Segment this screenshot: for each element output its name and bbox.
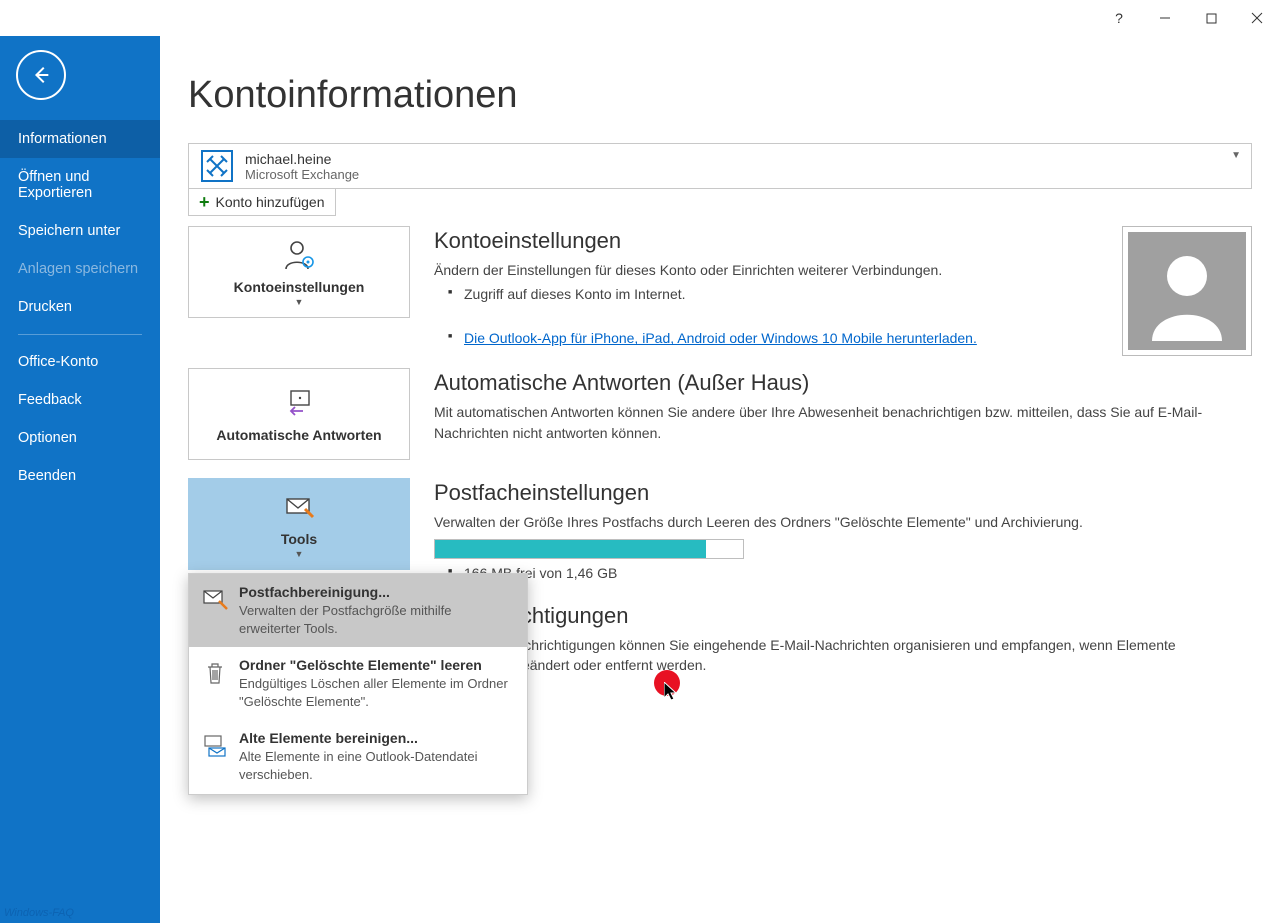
menu-item-desc: Verwalten der Postfachgröße mithilfe erw…: [239, 602, 515, 637]
maximize-button[interactable]: [1188, 2, 1234, 34]
mailbox-storage-bar: [434, 539, 744, 559]
account-type: Microsoft Exchange: [245, 167, 359, 182]
sidebar-item-speichern-unter[interactable]: Speichern unter: [0, 212, 160, 250]
sidebar-item-anlagen-speichern: Anlagen speichern: [0, 250, 160, 288]
auto-reply-icon: [281, 385, 317, 421]
menu-item-desc: Endgültiges Löschen aller Elemente im Or…: [239, 675, 515, 710]
sidebar-item-beenden[interactable]: Beenden: [0, 457, 160, 495]
watermark: Windows-FAQ: [4, 907, 74, 919]
tile-kontoeinstellungen[interactable]: Kontoeinstellungen ▼: [188, 226, 410, 318]
tile-automatische-antworten[interactable]: Automatische Antworten: [188, 368, 410, 460]
plus-icon: +: [199, 193, 210, 211]
cursor-icon: [664, 682, 682, 704]
sidebar-item-optionen[interactable]: Optionen: [0, 419, 160, 457]
tools-dropdown: Postfachbereinigung... Verwalten der Pos…: [188, 573, 528, 794]
titlebar: ?: [0, 0, 1280, 36]
chevron-down-icon: ▼: [295, 549, 304, 559]
chevron-down-icon: ▼: [295, 297, 304, 307]
menu-item-title: Postfachbereinigung...: [239, 584, 515, 600]
help-button[interactable]: ?: [1096, 2, 1142, 34]
sidebar-divider: [18, 334, 142, 335]
menu-item-alte-bereinigen[interactable]: Alte Elemente bereinigen... Alte Element…: [189, 720, 527, 793]
main-content: Kontoinformationen michael.heine Microso…: [160, 36, 1280, 923]
avatar-placeholder-icon: [1128, 232, 1246, 350]
tile-label: Kontoeinstellungen: [234, 279, 365, 295]
section-title-postfach: Postfacheinstellungen: [434, 480, 1252, 506]
outlook-app-download-link[interactable]: Die Outlook-App für iPhone, iPad, Androi…: [464, 330, 977, 346]
storage-text: 166 MB frei von 1,46 GB: [448, 565, 1252, 581]
sidebar-item-oeffnen[interactable]: Öffnen und Exportieren: [0, 158, 160, 212]
tile-label: Tools: [281, 531, 317, 547]
add-account-label: Konto hinzufügen: [216, 194, 325, 210]
menu-item-postfachbereinigung[interactable]: Postfachbereinigung... Verwalten der Pos…: [189, 574, 527, 647]
add-account-button[interactable]: + Konto hinzufügen: [188, 189, 336, 216]
mailbox-cleanup-icon: [201, 586, 229, 614]
section-title-auto-reply: Automatische Antworten (Außer Haus): [434, 370, 1252, 396]
account-name: michael.heine: [245, 151, 359, 167]
tile-tools[interactable]: Tools ▼: [188, 478, 410, 570]
sidebar-item-office-konto[interactable]: Office-Konto: [0, 343, 160, 381]
sidebar-item-feedback[interactable]: Feedback: [0, 381, 160, 419]
sidebar-item-informationen[interactable]: Informationen: [0, 120, 160, 158]
menu-item-title: Ordner "Gelöschte Elemente" leeren: [239, 657, 515, 673]
menu-item-title: Alte Elemente bereinigen...: [239, 730, 515, 746]
menu-item-desc: Alte Elemente in eine Outlook-Datendatei…: [239, 748, 515, 783]
minimize-button[interactable]: [1142, 2, 1188, 34]
account-selector[interactable]: michael.heine Microsoft Exchange ▼: [188, 143, 1252, 189]
section-desc: Verwalten der Größe Ihres Postfachs durc…: [434, 512, 1252, 532]
close-button[interactable]: [1234, 2, 1280, 34]
sidebar-item-drucken[interactable]: Drucken: [0, 288, 160, 326]
profile-picture[interactable]: [1122, 226, 1252, 356]
user-gear-icon: [281, 237, 317, 273]
mailbox-tools-icon: [281, 489, 317, 525]
progress-fill: [435, 540, 706, 558]
back-button[interactable]: [16, 50, 66, 100]
section-desc: Mit automatischen Antworten können Sie a…: [434, 402, 1252, 443]
section-title-benachrichtigungen: Benachrichtigungen: [434, 603, 1252, 629]
trash-icon: [201, 659, 229, 687]
backstage-sidebar: Informationen Öffnen und Exportieren Spe…: [0, 36, 160, 923]
tile-label: Automatische Antworten: [216, 427, 381, 443]
exchange-icon: [199, 148, 235, 184]
menu-item-geloeschte-leeren[interactable]: Ordner "Gelöschte Elemente" leeren Endgü…: [189, 647, 527, 720]
section-desc: geln und Benachrichtigungen können Sie e…: [434, 635, 1252, 676]
page-title: Kontoinformationen: [188, 74, 1252, 117]
archive-icon: [201, 732, 229, 760]
chevron-down-icon: ▼: [1231, 150, 1241, 161]
